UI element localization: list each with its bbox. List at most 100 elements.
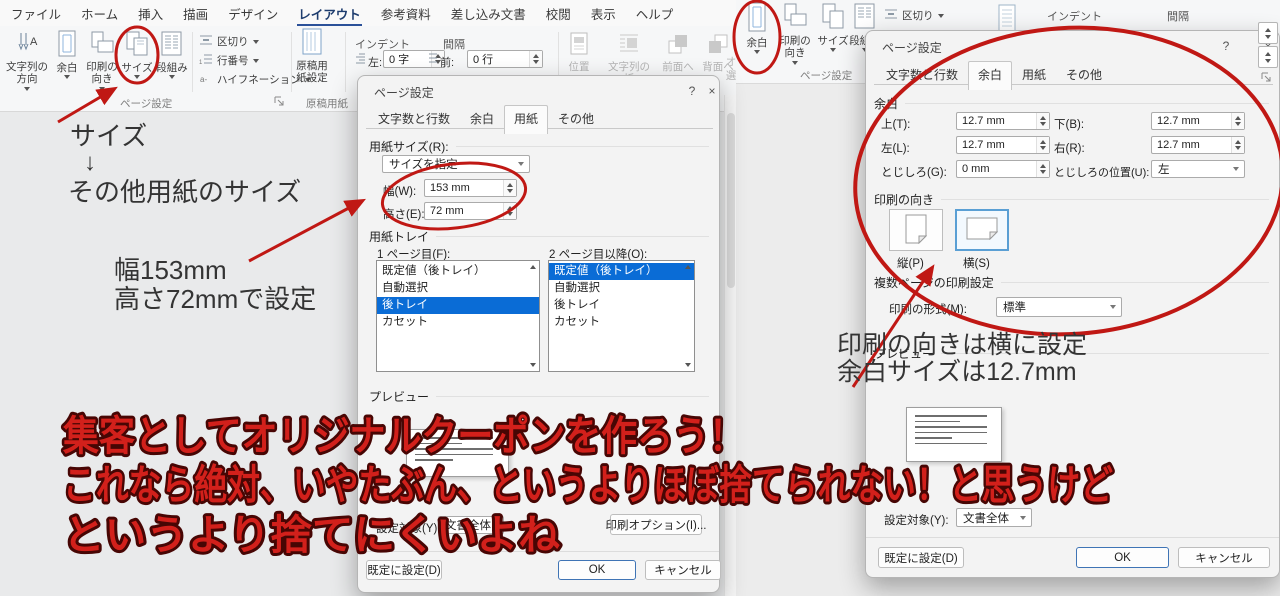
menu-tab-draw[interactable]: 描画: [182, 0, 209, 27]
ribbon-spinner[interactable]: [1258, 46, 1278, 68]
manuscript-group-label: 原稿用紙: [306, 98, 348, 110]
list-item[interactable]: 既定値（後トレイ）: [377, 263, 539, 280]
spinner[interactable]: [529, 51, 542, 67]
vertical-scrollbar[interactable]: [724, 95, 736, 596]
size-button[interactable]: サイズ: [120, 30, 154, 80]
spinner[interactable]: [503, 180, 516, 196]
tab-other[interactable]: その他: [1056, 61, 1112, 89]
position-button[interactable]: 位置: [562, 32, 596, 73]
ok-button[interactable]: OK: [1076, 547, 1169, 568]
scrollbar-thumb[interactable]: [727, 113, 735, 288]
spinner[interactable]: [503, 203, 516, 219]
print-format-combobox[interactable]: 標準: [996, 297, 1122, 317]
cancel-button[interactable]: キャンセル: [1178, 547, 1270, 568]
paper-size-combobox[interactable]: サイズを指定: [382, 155, 530, 173]
button-label: 余白: [746, 36, 768, 49]
height-label: 高さ(E):: [383, 209, 425, 221]
line-numbers-button[interactable]: 1 行番号: [199, 53, 259, 68]
apply-to-combobox[interactable]: 文書全体: [438, 516, 504, 534]
menu-tab-file[interactable]: ファイル: [10, 0, 62, 27]
size-icon: [124, 30, 150, 61]
list-item-selected[interactable]: 後トレイ: [377, 297, 539, 314]
right-margin-field[interactable]: 12.7 mm: [1151, 136, 1245, 154]
list-item[interactable]: 自動選択: [549, 280, 694, 297]
help-button[interactable]: ?: [1218, 38, 1234, 54]
other-pages-tray-list[interactable]: 既定値（後トレイ） 自動選択 後トレイ カセット: [548, 260, 695, 372]
tab-margins[interactable]: 余白: [968, 61, 1013, 90]
gutter-position-combobox[interactable]: 左: [1151, 160, 1245, 178]
columns-icon: [159, 30, 185, 61]
set-default-button[interactable]: 既定に設定(D): [366, 560, 442, 580]
landscape-label: 横(S): [963, 258, 990, 270]
orientation-button[interactable]: 印刷の向き: [776, 2, 814, 65]
breaks-icon: [199, 34, 213, 49]
scroll-up-icon[interactable]: [685, 265, 691, 269]
list-item[interactable]: 自動選択: [377, 280, 539, 297]
menu-tab-layout[interactable]: レイアウト: [297, 0, 362, 27]
top-margin-field[interactable]: 12.7 mm: [956, 112, 1050, 130]
tab-paper[interactable]: 用紙: [504, 105, 549, 134]
orientation-group: 印刷の向き: [874, 191, 1269, 208]
dialog-tabs: 文字数と行数 余白 用紙 その他: [368, 105, 604, 134]
tab-paper[interactable]: 用紙: [1012, 61, 1056, 89]
menu-tab-references[interactable]: 参考資料: [380, 0, 432, 27]
spacing-before-field[interactable]: 0 行: [467, 50, 543, 68]
spinner[interactable]: [1231, 137, 1244, 153]
menu-tab-home[interactable]: ホーム: [80, 0, 119, 27]
spinner[interactable]: [1231, 113, 1244, 129]
list-item[interactable]: カセット: [549, 314, 694, 331]
scroll-up-icon[interactable]: [530, 265, 536, 269]
menu-tab-review[interactable]: 校閲: [545, 0, 572, 27]
spinner[interactable]: [1036, 113, 1049, 129]
list-item-selected[interactable]: 既定値（後トレイ）: [549, 263, 694, 280]
bring-forward-button[interactable]: 前面へ: [661, 32, 695, 73]
dialog-launcher-icon[interactable]: [1261, 72, 1272, 86]
tab-char-count[interactable]: 文字数と行数: [368, 105, 460, 133]
columns-button[interactable]: 段組み: [155, 30, 189, 80]
menu-tab-insert[interactable]: 挿入: [137, 0, 164, 27]
close-icon[interactable]: ×: [704, 83, 720, 99]
margins-button[interactable]: 余白: [52, 30, 82, 80]
dialog-separator: [866, 537, 1279, 538]
object-selection-button-partial[interactable]: オ 選: [724, 56, 736, 82]
print-options-button[interactable]: 印刷オプション(I)...: [606, 514, 706, 535]
scroll-down-icon[interactable]: [685, 363, 691, 367]
first-page-tray-list[interactable]: 既定値（後トレイ） 自動選択 後トレイ カセット: [376, 260, 540, 372]
cancel-button[interactable]: キャンセル: [645, 560, 721, 580]
breaks-button[interactable]: 区切り: [199, 34, 259, 49]
columns-icon: [852, 2, 878, 34]
height-field[interactable]: 72 mm: [424, 202, 517, 220]
bottom-margin-field[interactable]: 12.7 mm: [1151, 112, 1245, 130]
orientation-button[interactable]: 印刷の向き: [84, 30, 120, 91]
left-margin-field[interactable]: 12.7 mm: [956, 136, 1050, 154]
menu-tab-design[interactable]: デザイン: [227, 0, 279, 27]
tab-margins[interactable]: 余白: [460, 105, 504, 133]
spinner[interactable]: [1036, 161, 1049, 177]
size-annotation-line1: サイズ: [70, 121, 148, 151]
width-field[interactable]: 153 mm: [424, 179, 517, 197]
help-button[interactable]: ?: [684, 83, 700, 99]
portrait-option[interactable]: [889, 209, 943, 251]
hyphenation-button[interactable]: a- ハイフネーション: [199, 72, 311, 87]
tab-char-count[interactable]: 文字数と行数: [876, 61, 968, 89]
landscape-option-selected[interactable]: [955, 209, 1009, 251]
dialog-launcher-icon[interactable]: [274, 96, 285, 110]
menu-tab-mailings[interactable]: 差し込み文書: [450, 0, 527, 27]
menu-tab-help[interactable]: ヘルプ: [635, 0, 675, 27]
list-item[interactable]: 後トレイ: [549, 297, 694, 314]
list-item[interactable]: カセット: [377, 314, 539, 331]
gutter-field[interactable]: 0 mm: [956, 160, 1050, 178]
tab-other[interactable]: その他: [548, 105, 604, 133]
set-default-button[interactable]: 既定に設定(D): [878, 547, 964, 568]
margins-button[interactable]: 余白: [742, 2, 772, 55]
manuscript-setup-button[interactable]: 原稿用紙設定: [296, 28, 328, 85]
ok-button[interactable]: OK: [558, 560, 636, 580]
breaks-button[interactable]: 区切り: [884, 8, 944, 23]
spinner[interactable]: [1036, 137, 1049, 153]
apply-to-combobox[interactable]: 文書全体: [956, 508, 1032, 527]
ribbon-spinner[interactable]: [1258, 22, 1278, 44]
text-direction-button[interactable]: A 文字列の方向: [4, 30, 50, 91]
menu-tab-view[interactable]: 表示: [590, 0, 617, 27]
scroll-down-icon[interactable]: [530, 363, 536, 367]
size-button[interactable]: サイズ: [817, 2, 849, 53]
